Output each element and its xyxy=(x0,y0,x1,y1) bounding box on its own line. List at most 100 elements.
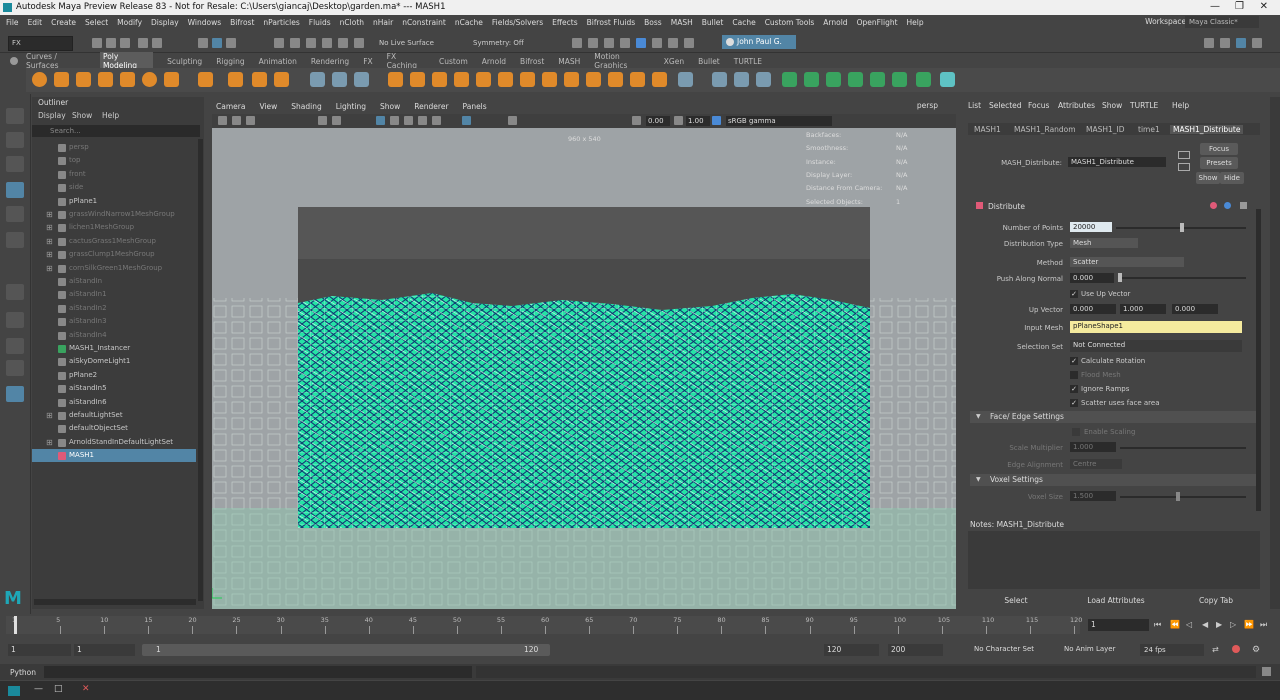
uv-unfold-icon[interactable] xyxy=(712,72,727,87)
end-time-field[interactable]: 200 xyxy=(888,644,943,656)
menu-create[interactable]: Create xyxy=(51,18,76,27)
poly-text-icon[interactable] xyxy=(252,72,267,87)
expand-icon[interactable]: ⊞ xyxy=(46,248,53,261)
playhead[interactable] xyxy=(14,616,17,634)
snap-grid-icon[interactable] xyxy=(274,38,284,48)
shelf-tab-xgen[interactable]: XGen xyxy=(664,57,684,66)
shadows-icon[interactable] xyxy=(432,116,441,125)
outliner-menu-show[interactable]: Show xyxy=(72,111,92,120)
outliner-item[interactable]: aiStandIn4 xyxy=(32,329,196,342)
render-frame-icon[interactable] xyxy=(588,38,598,48)
poly-plane-icon[interactable] xyxy=(120,72,135,87)
go-to-start-icon[interactable]: ⏮ xyxy=(1154,620,1161,630)
menu-display[interactable]: Display xyxy=(151,18,179,27)
outliner-search-input[interactable]: Search... xyxy=(32,125,200,137)
maximize-button[interactable]: ❐ xyxy=(1235,1,1244,12)
face-edge-settings-frame[interactable]: Face/ Edge Settings xyxy=(970,411,1256,423)
pause-icon[interactable] xyxy=(668,38,678,48)
shelf-gear-icon[interactable] xyxy=(10,57,18,65)
distribute-delete-icon[interactable] xyxy=(1210,202,1217,209)
ae-checkbox[interactable]: ✓ xyxy=(1070,399,1078,407)
menu-ncloth[interactable]: nCloth xyxy=(340,18,364,27)
outliner-hscrollbar[interactable] xyxy=(34,599,196,605)
menu-ncache[interactable]: nCache xyxy=(455,18,483,27)
channel-box-toggle-icon[interactable] xyxy=(1252,38,1262,48)
poly-disc-icon[interactable] xyxy=(164,72,179,87)
ae-focus-button[interactable]: Focus xyxy=(1200,143,1238,155)
uv-snapshot-icon[interactable] xyxy=(734,72,749,87)
distribute-trash-icon[interactable] xyxy=(1240,202,1247,209)
outliner-item[interactable]: aiStandIn3 xyxy=(32,315,196,328)
isolate-icon[interactable] xyxy=(508,116,517,125)
outliner-item[interactable]: ⊞ cornSilkGreen1MeshGroup xyxy=(32,262,196,275)
ae-checkbox[interactable]: ✓ xyxy=(1070,385,1078,393)
poly-cone-icon[interactable] xyxy=(98,72,113,87)
open-scene-icon[interactable] xyxy=(106,38,116,48)
menu-windows[interactable]: Windows xyxy=(188,18,221,27)
outliner-scrollbar[interactable] xyxy=(198,139,203,601)
outliner-item[interactable]: front xyxy=(32,168,196,181)
fill-hole-icon[interactable] xyxy=(498,72,513,87)
method-dropdown[interactable]: Scatter xyxy=(1070,257,1184,267)
last-tool-icon[interactable] xyxy=(6,284,24,300)
xray-icon[interactable] xyxy=(462,116,471,125)
quad-draw-icon[interactable] xyxy=(630,72,645,87)
multi-cut-icon[interactable] xyxy=(542,72,557,87)
play-backwards-icon[interactable]: ◀ xyxy=(1202,620,1208,629)
shelf-tab-arnold[interactable]: Arnold xyxy=(482,57,506,66)
outliner-item[interactable]: aiStandIn1 xyxy=(32,288,196,301)
outliner-title[interactable]: Outliner xyxy=(38,98,68,107)
loop-icon[interactable]: ⇄ xyxy=(1212,645,1219,654)
shelf-tab-turtle[interactable]: TURTLE xyxy=(734,57,762,66)
playback-end-field[interactable]: 120 xyxy=(824,644,879,656)
time-slider[interactable]: 1510152025303540455055606570758085909510… xyxy=(0,614,1280,636)
attribute-editor-toggle-icon[interactable] xyxy=(1220,38,1230,48)
outliner-item[interactable]: aiStandIn6 xyxy=(32,396,196,409)
ae-menu-list[interactable]: List xyxy=(968,101,981,110)
bookmark-icon[interactable] xyxy=(246,116,255,125)
outliner-item[interactable]: side xyxy=(32,181,196,194)
menu-file[interactable]: File xyxy=(6,18,19,27)
select-component-icon[interactable] xyxy=(226,38,236,48)
menu-cache[interactable]: Cache xyxy=(732,18,755,27)
menu-help[interactable]: Help xyxy=(907,18,924,27)
bridge-icon[interactable] xyxy=(432,72,447,87)
ae-menu-show[interactable]: Show xyxy=(1102,101,1122,110)
ae-scrollbar[interactable] xyxy=(1256,209,1261,511)
ae-select-button[interactable]: Select xyxy=(968,595,1064,607)
menu-mash[interactable]: MASH xyxy=(671,18,693,27)
mash-signal-icon[interactable] xyxy=(848,72,863,87)
textured-icon[interactable] xyxy=(404,116,413,125)
render-settings-icon[interactable] xyxy=(620,38,630,48)
shelf-tab-rigging[interactable]: Rigging xyxy=(216,57,244,66)
menu-arnold[interactable]: Arnold xyxy=(823,18,847,27)
number-of-points-field[interactable]: 20000 xyxy=(1070,222,1112,232)
target-weld-icon[interactable] xyxy=(564,72,579,87)
edge-alignment-dropdown[interactable]: Centre xyxy=(1070,459,1122,469)
menu-bifrost-fluids[interactable]: Bifrost Fluids xyxy=(587,18,636,27)
go-to-end-icon[interactable]: ⏭ xyxy=(1260,620,1267,630)
distribute-toggle-icon[interactable] xyxy=(1224,202,1231,209)
user-account-button[interactable]: John Paul G. xyxy=(722,35,796,49)
menu-modify[interactable]: Modify xyxy=(117,18,142,27)
ipr-render-icon[interactable] xyxy=(604,38,614,48)
viewport-menu-camera[interactable]: Camera xyxy=(216,102,245,111)
symmetry-dropdown[interactable]: Symmetry: Off xyxy=(473,39,524,47)
input-mesh-field[interactable]: pPlaneShape1 xyxy=(1070,321,1242,333)
expand-icon[interactable]: ⊞ xyxy=(46,221,53,234)
poly-cube-icon[interactable] xyxy=(54,72,69,87)
menu-nhair[interactable]: nHair xyxy=(373,18,393,27)
exposure-field[interactable]: 0.00 xyxy=(646,116,670,126)
mash-transform-icon[interactable] xyxy=(870,72,885,87)
ae-menu-attributes[interactable]: Attributes xyxy=(1058,101,1095,110)
ae-tab-mash1-distribute[interactable]: MASH1_Distribute xyxy=(1170,125,1244,134)
ae-tab-mash1-id[interactable]: MASH1_ID xyxy=(1086,125,1125,134)
rotate-tool-icon[interactable] xyxy=(6,206,24,222)
camera-attributes-icon[interactable] xyxy=(232,116,241,125)
up-vector-y-field[interactable]: 1.000 xyxy=(1120,304,1166,314)
modeling-toolkit-icon[interactable] xyxy=(1204,38,1214,48)
shelf-tab-fx[interactable]: FX xyxy=(363,57,372,66)
menu-bullet[interactable]: Bullet xyxy=(702,18,724,27)
poly-pipe-icon[interactable] xyxy=(198,72,213,87)
ae-menu-help[interactable]: Help xyxy=(1172,101,1189,110)
